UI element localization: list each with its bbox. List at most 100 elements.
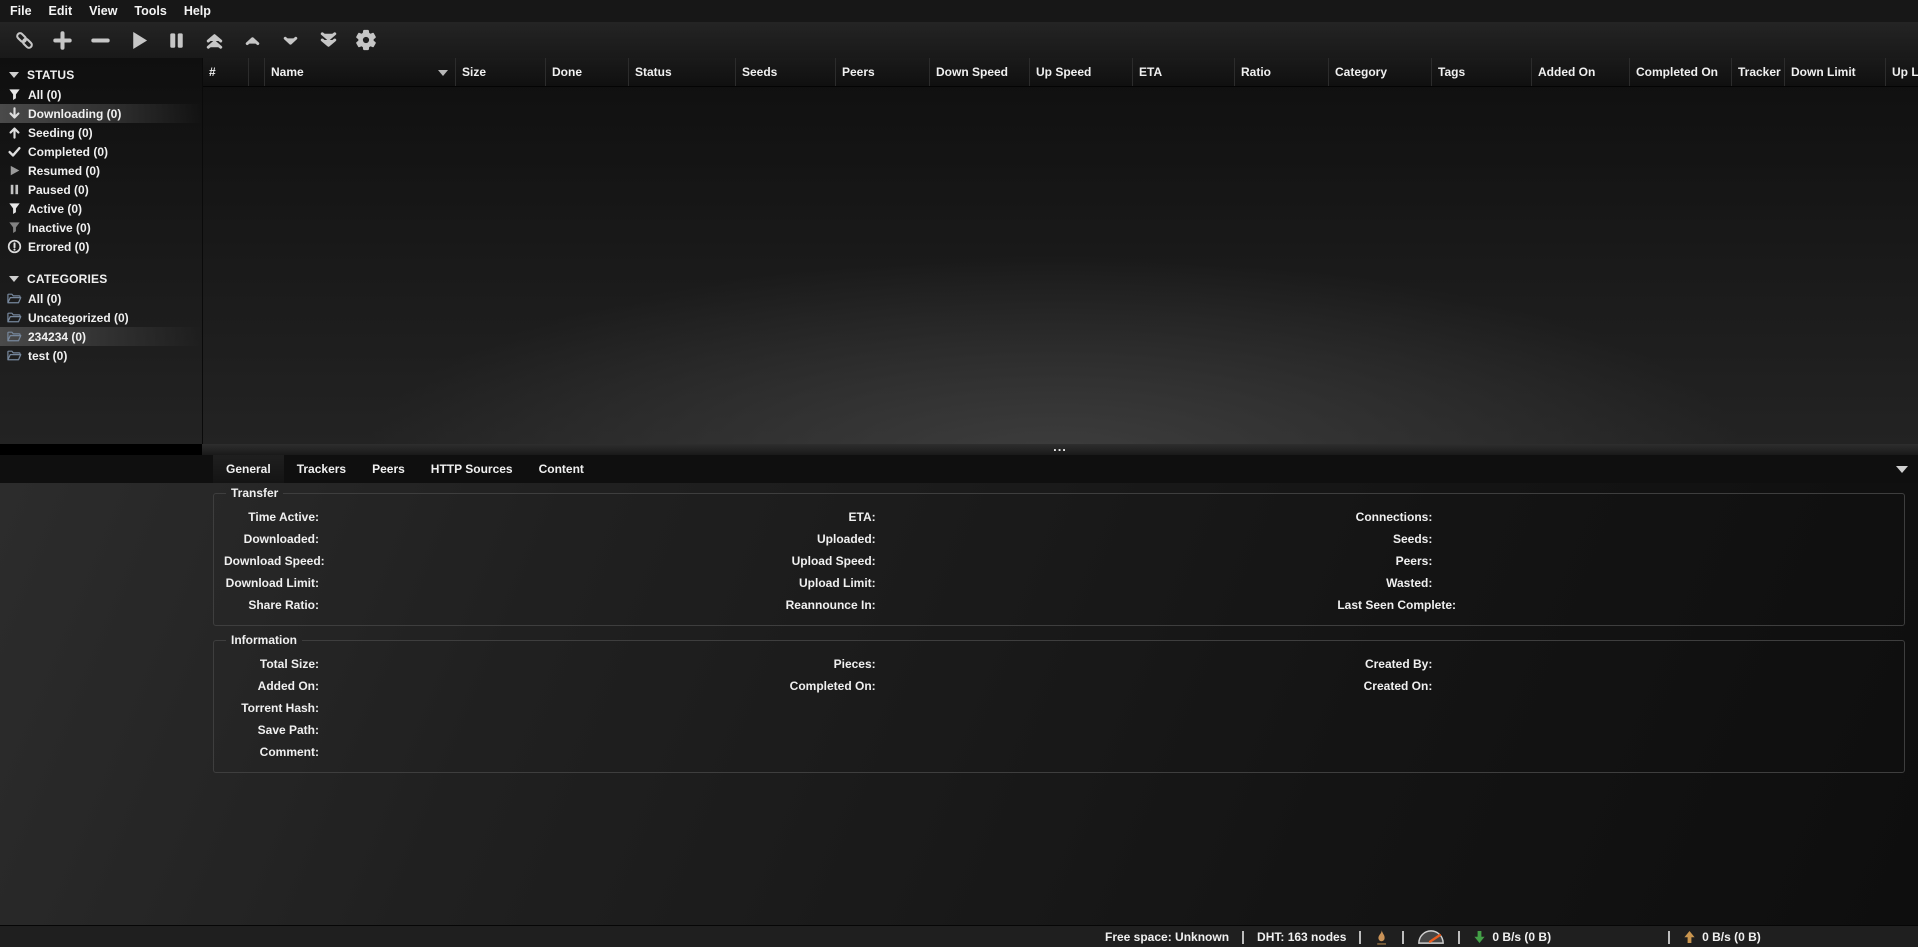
field-label-download-limit: Download Limit: (224, 576, 319, 590)
sidebar-item-label: All (0) (28, 88, 61, 102)
column-header-added-on[interactable]: Added On (1532, 58, 1630, 86)
column-header-down-speed[interactable]: Down Speed (930, 58, 1030, 86)
panel-splitter-handle[interactable]: ... (202, 444, 1918, 455)
statusbar-divider (1359, 931, 1361, 944)
folder-icon (6, 329, 22, 345)
sidebar-item-category-all[interactable]: All (0) (0, 289, 202, 308)
torrent-table: # Name Size Done Status Seeds Peers Down… (202, 58, 1918, 444)
check-icon (6, 144, 22, 160)
workspace: STATUS All (0) Downloading (0) Seeding (… (0, 58, 1918, 444)
status-bar: Free space: Unknown DHT: 163 nodes 0 B/s… (0, 925, 1918, 947)
plus-icon (51, 29, 74, 52)
column-header-up-limit[interactable]: Up Limit (1886, 58, 1918, 86)
field-label-total-size: Total Size: (224, 657, 319, 671)
sidebar-item-label: 234234 (0) (28, 330, 86, 344)
field-label-peers: Peers: (1337, 554, 1432, 568)
folder-icon (6, 310, 22, 326)
field-label-seeds: Seeds: (1337, 532, 1432, 546)
field-label-upload-speed: Upload Speed: (781, 554, 876, 568)
alt-speed-limits-toggle[interactable] (1417, 929, 1445, 945)
menu-edit[interactable]: Edit (49, 4, 73, 18)
column-header-peers[interactable]: Peers (836, 58, 930, 86)
field-label-added-on: Added On: (224, 679, 319, 693)
column-header-completed-on[interactable]: Completed On (1630, 58, 1732, 86)
column-header-icon[interactable] (249, 58, 265, 86)
sidebar-item-category-test[interactable]: test (0) (0, 346, 202, 365)
dht-nodes-label: DHT: 163 nodes (1257, 930, 1346, 944)
folder-icon (6, 348, 22, 364)
field-label-eta: ETA: (781, 510, 876, 524)
menu-help[interactable]: Help (184, 4, 211, 18)
column-header-down-limit[interactable]: Down Limit (1785, 58, 1886, 86)
sidebar-item-resumed[interactable]: Resumed (0) (0, 161, 202, 180)
pause-icon (165, 29, 188, 52)
global-upload-speed[interactable]: 0 B/s (0 B) (1683, 930, 1761, 944)
top-priority-button[interactable] (202, 28, 226, 52)
column-header-seeds[interactable]: Seeds (736, 58, 836, 86)
sidebar-item-all-status[interactable]: All (0) (0, 85, 202, 104)
menu-file[interactable]: File (10, 4, 32, 18)
torrent-list-empty-area[interactable] (203, 87, 1918, 444)
field-label-download-speed: Download Speed: (224, 554, 325, 568)
column-header-size[interactable]: Size (456, 58, 546, 86)
sidebar-item-paused[interactable]: Paused (0) (0, 180, 202, 199)
column-header-category[interactable]: Category (1329, 58, 1432, 86)
sidebar-item-category-234234[interactable]: 234234 (0) (0, 327, 202, 346)
statusbar-divider (1458, 931, 1460, 944)
sidebar-item-downloading[interactable]: Downloading (0) (0, 104, 202, 123)
delete-button[interactable] (88, 28, 112, 52)
column-header-label: Name (271, 65, 304, 79)
sidebar-item-active[interactable]: Active (0) (0, 199, 202, 218)
field-label-comment: Comment: (224, 745, 319, 759)
resume-button[interactable] (126, 28, 150, 52)
sidebar-item-label: Uncategorized (0) (28, 311, 129, 325)
sidebar-item-inactive[interactable]: Inactive (0) (0, 218, 202, 237)
sidebar-item-label: All (0) (28, 292, 61, 306)
column-header-tracker[interactable]: Tracker (1732, 58, 1785, 86)
categories-section-header[interactable]: CATEGORIES (0, 269, 202, 289)
pause-button[interactable] (164, 28, 188, 52)
statusbar-divider (1668, 931, 1670, 944)
column-header-priority[interactable]: # (203, 58, 249, 86)
sidebar-item-seeding[interactable]: Seeding (0) (0, 123, 202, 142)
chevrons-up-icon (203, 29, 226, 52)
bottom-priority-button[interactable] (316, 28, 340, 52)
categories-header-label: CATEGORIES (27, 272, 107, 286)
sidebar-item-completed[interactable]: Completed (0) (0, 142, 202, 161)
field-label-created-on: Created On: (1337, 679, 1432, 693)
sidebar-item-errored[interactable]: Errored (0) (0, 237, 202, 256)
column-header-eta[interactable]: ETA (1133, 58, 1235, 86)
connection-status-indicator (1374, 929, 1389, 946)
column-header-name[interactable]: Name (265, 58, 456, 86)
tab-http-sources[interactable]: HTTP Sources (418, 455, 526, 483)
add-torrent-button[interactable] (50, 28, 74, 52)
column-header-status[interactable]: Status (629, 58, 736, 86)
sidebar-item-category-uncategorized[interactable]: Uncategorized (0) (0, 308, 202, 327)
play-icon (6, 163, 22, 179)
panel-collapse-caret-icon[interactable] (1896, 466, 1908, 473)
transfer-legend: Transfer (226, 486, 283, 500)
global-download-speed[interactable]: 0 B/s (0 B) (1473, 930, 1551, 944)
tab-trackers[interactable]: Trackers (284, 455, 359, 483)
move-up-button[interactable] (240, 28, 264, 52)
collapse-triangle-icon (9, 276, 19, 282)
tab-general[interactable]: General (213, 455, 284, 483)
settings-button[interactable] (354, 28, 378, 52)
column-header-ratio[interactable]: Ratio (1235, 58, 1329, 86)
torrent-table-header: # Name Size Done Status Seeds Peers Down… (203, 58, 1918, 87)
gear-icon (354, 28, 378, 52)
filter-dim-icon (6, 220, 22, 236)
tab-content[interactable]: Content (526, 455, 597, 483)
download-speed-value: 0 B/s (0 B) (1492, 930, 1551, 944)
pause-icon (6, 182, 22, 198)
field-label-uploaded: Uploaded: (781, 532, 876, 546)
status-section-header[interactable]: STATUS (0, 65, 202, 85)
menu-tools[interactable]: Tools (134, 4, 166, 18)
tab-peers[interactable]: Peers (359, 455, 418, 483)
menu-view[interactable]: View (89, 4, 117, 18)
column-header-tags[interactable]: Tags (1432, 58, 1532, 86)
column-header-up-speed[interactable]: Up Speed (1030, 58, 1133, 86)
move-down-button[interactable] (278, 28, 302, 52)
column-header-done[interactable]: Done (546, 58, 629, 86)
add-link-button[interactable] (12, 28, 36, 52)
